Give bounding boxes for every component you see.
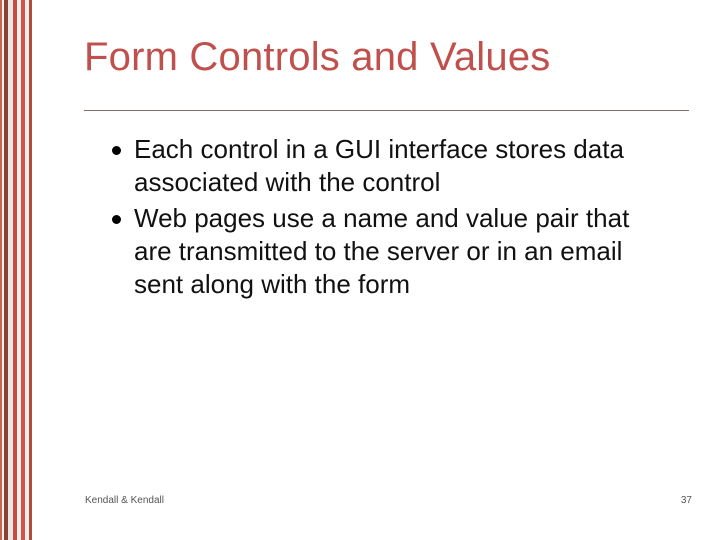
page-number: 37 [681, 495, 692, 506]
bullet-list: Each control in a GUI interface stores d… [34, 111, 720, 301]
bullet-item: Each control in a GUI interface stores d… [134, 133, 660, 200]
footer-author: Kendall & Kendall [85, 495, 164, 506]
bullet-item: Web pages use a name and value pair that… [134, 202, 660, 302]
slide-title: Form Controls and Values [34, 0, 720, 80]
left-accent-stripes [0, 0, 34, 540]
slide-body: Form Controls and Values Each control in… [34, 0, 720, 540]
